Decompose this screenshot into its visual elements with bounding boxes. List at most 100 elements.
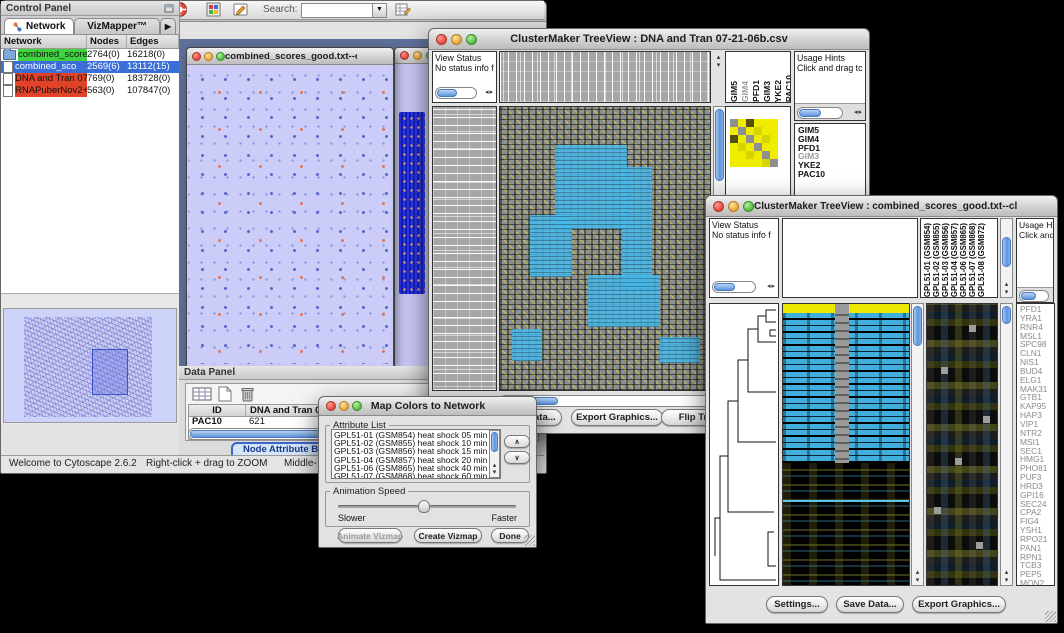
scroll-down-arrow[interactable]: ▾ — [490, 469, 499, 476]
treeview2-heatmap-scrollbar[interactable]: ▴ ▾ — [911, 303, 924, 586]
settings-button[interactable]: Settings... — [766, 596, 828, 613]
scrollbar-thumb[interactable] — [1002, 306, 1011, 324]
animate-vizmap-button[interactable]: Animate Vizmap — [338, 528, 402, 543]
scroll-up-arrow[interactable]: ▴ — [1001, 281, 1012, 288]
attribute-listbox[interactable]: GPL51-01 (GSM854) heat shock 05 minGPL51… — [331, 429, 501, 479]
scroll-down-arrow[interactable]: ▾ — [912, 577, 923, 584]
tab-network[interactable]: Network — [4, 18, 74, 34]
treeview2-collabel-scrollbar[interactable]: ▴ ▾ — [1000, 218, 1013, 298]
heatmap-grey-cell — [983, 416, 990, 423]
treeview2-zoom-heatmap[interactable] — [926, 303, 998, 586]
view-status-scrollbar[interactable] — [712, 281, 756, 293]
zoom-button[interactable] — [216, 52, 225, 61]
minimize-button[interactable] — [451, 34, 462, 45]
minimize-button[interactable] — [339, 401, 349, 411]
table-edit-icon[interactable] — [395, 2, 411, 17]
network-table-row[interactable]: combined_sco 2569(6) 13112(15) — [1, 61, 179, 73]
float-panel-icon[interactable] — [164, 4, 174, 13]
column-label: GPL51-01 (GSM854) — [923, 223, 932, 297]
view-status-scrollbar[interactable] — [435, 87, 477, 99]
row-label: PAC10 — [798, 170, 865, 179]
zoom-button[interactable] — [466, 34, 477, 45]
attribute-list-item[interactable]: GPL51-07 (GSM868) heat shock 60 min — [334, 472, 498, 479]
matrix-cell — [738, 119, 746, 127]
vizmapper-icon[interactable] — [206, 2, 221, 17]
network-window-titlebar[interactable]: combined_scores_good.txt--cluste... — [187, 48, 393, 65]
move-down-button[interactable]: ∨ — [504, 451, 530, 464]
tab-vizmapper[interactable]: VizMapper™ — [74, 18, 159, 34]
usage-hints-scrollbar[interactable] — [797, 107, 843, 119]
move-up-button[interactable]: ∧ — [504, 435, 530, 448]
attribute-table-icon[interactable] — [192, 386, 212, 402]
annotation-icon[interactable] — [233, 2, 249, 17]
close-button[interactable] — [192, 52, 201, 61]
scrollbar-thumb[interactable] — [799, 109, 821, 117]
scrollbar-thumb[interactable] — [715, 109, 724, 181]
resize-grip[interactable] — [524, 535, 535, 546]
close-button[interactable] — [713, 201, 724, 212]
treeview1-view-status: View StatusNo status info f ◂▸ — [432, 51, 497, 103]
tab-more[interactable]: ▶ — [160, 18, 176, 34]
create-vizmap-button[interactable]: Create Vizmap — [414, 528, 482, 543]
treeview1-row-dendrogram[interactable] — [432, 106, 497, 391]
column-label: GPL51-04 (GSM857) — [950, 223, 959, 297]
save-data-button[interactable]: Save Data... — [836, 596, 904, 613]
scroll-up-arrow[interactable]: ▴ — [1001, 569, 1012, 576]
scroll-left-right-arrows[interactable]: ◂▸ — [485, 88, 494, 98]
minimize-button[interactable] — [728, 201, 739, 212]
network-canvas[interactable] — [188, 65, 390, 364]
zoom-button[interactable] — [352, 401, 362, 411]
attribute-list-scrollbar[interactable]: ▴ ▾ — [489, 430, 500, 478]
treeview1-heatmap[interactable] — [499, 106, 711, 391]
close-button[interactable] — [326, 401, 336, 411]
network-nodes-count: 563(0) — [87, 85, 127, 97]
close-button[interactable] — [400, 51, 409, 60]
treeview2-heatmap[interactable] — [782, 303, 910, 586]
network-table-row[interactable]: RNAPuberNov2+ 563(0) 107847(0) — [1, 85, 179, 97]
scrollbar-thumb[interactable] — [1002, 237, 1011, 267]
scroll-down-arrow[interactable]: ▾ — [1001, 289, 1012, 296]
zoom-button[interactable] — [743, 201, 754, 212]
birdseye-view[interactable] — [3, 308, 177, 423]
search-field[interactable] — [301, 3, 373, 18]
export-graphics-button[interactable]: Export Graphics... — [571, 409, 663, 426]
scrollbar-thumb[interactable] — [437, 89, 457, 97]
close-button[interactable] — [436, 34, 447, 45]
matrix-cell — [738, 151, 746, 159]
birdseye-selection[interactable] — [92, 349, 128, 395]
export-graphics-button[interactable]: Export Graphics... — [912, 596, 1006, 613]
scrollbar-thumb[interactable] — [714, 283, 735, 291]
similarity-matrix[interactable] — [730, 119, 778, 167]
scroll-down-arrow[interactable]: ▾ — [1001, 577, 1012, 584]
scrollbar-thumb[interactable] — [491, 432, 498, 452]
search-dropdown[interactable]: ▼ — [372, 3, 387, 18]
scroll-left-right-arrows[interactable]: ◂▸ — [767, 282, 776, 292]
faster-label: Faster — [491, 513, 517, 523]
search-input[interactable] — [302, 4, 372, 17]
minimize-button[interactable] — [413, 51, 422, 60]
speed-slider-thumb[interactable] — [418, 500, 430, 513]
treeview1-top-scroll-stub[interactable]: ▴▾ — [713, 53, 725, 69]
treeview2-zoom-scrollbar[interactable]: ▴ ▾ — [1000, 303, 1013, 586]
treeview2-row-dendrogram[interactable] — [709, 303, 779, 586]
network-table-row[interactable]: combined_scores 2764(0) 16218(0) — [1, 49, 179, 61]
minimize-button[interactable] — [204, 52, 213, 61]
treeview1-titlebar[interactable]: ClusterMaker TreeView : DNA and Tran 07-… — [429, 29, 869, 50]
dialog-titlebar[interactable]: Map Colors to Network — [319, 397, 536, 416]
matrix-cell — [770, 159, 778, 167]
treeview2-titlebar[interactable]: ClusterMaker TreeView : combined_scores_… — [706, 196, 1057, 217]
treeview2-column-dendrogram[interactable] — [782, 218, 918, 298]
network-nodes-count: 769(0) — [87, 73, 127, 85]
treeview1-column-dendrogram[interactable] — [499, 51, 711, 103]
scroll-left-right-arrows[interactable]: ◂▸ — [854, 108, 863, 118]
scroll-up-arrow[interactable]: ▴ — [490, 462, 499, 469]
network-table-row[interactable]: DNA and Tran 07 769(0) 183728(0) — [1, 73, 179, 85]
usage-hints-scrollbar[interactable] — [1019, 290, 1049, 302]
scrollbar-thumb[interactable] — [1021, 292, 1036, 300]
scroll-up-arrow[interactable]: ▴ — [912, 569, 923, 576]
delete-attribute-icon[interactable] — [240, 386, 255, 402]
network-window-1[interactable]: combined_scores_good.txt--cluste... — [186, 47, 394, 367]
resize-grip[interactable] — [1045, 611, 1056, 622]
new-attribute-icon[interactable] — [218, 386, 232, 402]
scrollbar-thumb[interactable] — [913, 306, 922, 346]
